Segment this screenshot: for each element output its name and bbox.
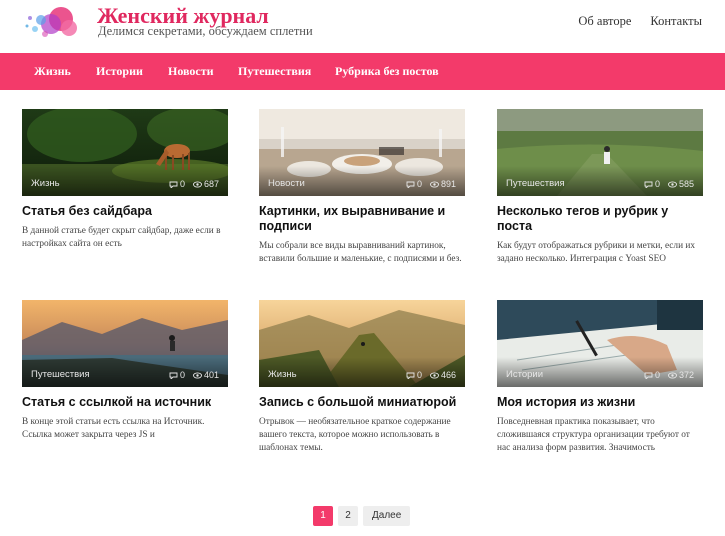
post-excerpt: Отрывок — необязательное краткое содержа… xyxy=(259,417,451,453)
post-card: Жизнь 0 687 Статья без сайдбара В данной… xyxy=(22,109,228,251)
post-stats: 0 891 xyxy=(406,179,456,189)
pagination: 1 2 Далее xyxy=(313,506,411,526)
post-excerpt: Мы собрали все виды выравниваний картино… xyxy=(259,241,462,264)
top-link-contacts[interactable]: Контакты xyxy=(650,14,702,29)
view-count: 401 xyxy=(203,370,219,380)
site-description: Делимся секретами, обсуждаем сплетни xyxy=(98,24,313,38)
comment-icon xyxy=(406,181,415,188)
post-category[interactable]: Истории xyxy=(506,369,543,380)
page-2-button[interactable]: 2 xyxy=(338,506,358,526)
post-category[interactable]: Новости xyxy=(268,178,305,189)
nav-item-travel[interactable]: Путешествия xyxy=(238,64,311,79)
eye-icon xyxy=(193,180,202,188)
post-stats: 0 372 xyxy=(644,370,694,380)
logo-icon[interactable] xyxy=(23,4,81,42)
post-title[interactable]: Статья без сайдбара xyxy=(22,204,228,219)
post-card: Новости 0 891 Картинки, их выравнивание … xyxy=(259,109,465,266)
view-count: 585 xyxy=(678,179,694,189)
post-title[interactable]: Моя история из жизни xyxy=(497,395,703,410)
page-1-button[interactable]: 1 xyxy=(313,506,333,526)
comment-count: 0 xyxy=(416,179,422,189)
post-excerpt: В данной статье будет скрыт сайдбар, даж… xyxy=(22,226,221,249)
post-thumbnail[interactable]: Путешествия 0 585 xyxy=(497,109,703,196)
post-excerpt: В конце этой статьи есть ссылка на Источ… xyxy=(22,417,205,440)
site-header: Женский журнал Делимся секретами, обсужд… xyxy=(0,0,725,53)
post-excerpt: Как будут отображаться рубрики и метки, … xyxy=(497,241,695,264)
comment-icon xyxy=(406,372,415,379)
post-card: Путешествия 0 585 Несколько тегов и рубр… xyxy=(497,109,703,266)
eye-icon xyxy=(430,371,439,379)
post-excerpt: Повседневная практика показывает, что сл… xyxy=(497,417,690,453)
nav-item-news[interactable]: Новости xyxy=(168,64,214,79)
eye-icon xyxy=(668,371,677,379)
nav-item-life[interactable]: Жизнь xyxy=(34,64,71,79)
comment-count: 0 xyxy=(179,179,185,189)
post-thumbnail[interactable]: Истории 0 372 xyxy=(497,300,703,387)
main-navigation: Жизнь Истории Новости Путешествия Рубрик… xyxy=(0,53,725,90)
eye-icon xyxy=(430,180,439,188)
view-count: 466 xyxy=(440,370,456,380)
comment-count: 0 xyxy=(416,370,422,380)
post-thumbnail[interactable]: Новости 0 891 xyxy=(259,109,465,196)
comment-icon xyxy=(644,372,653,379)
post-thumbnail[interactable]: Жизнь 0 687 xyxy=(22,109,228,196)
comment-icon xyxy=(169,372,178,379)
post-card: Путешествия 0 401 Статья с ссылкой на ис… xyxy=(22,300,228,442)
nav-item-empty-category[interactable]: Рубрика без постов xyxy=(335,64,439,79)
comment-count: 0 xyxy=(179,370,185,380)
post-title[interactable]: Картинки, их выравнивание и подписи xyxy=(259,204,465,234)
comment-icon xyxy=(169,181,178,188)
post-card: Истории 0 372 Моя история из жизни Повсе… xyxy=(497,300,703,455)
next-page-button[interactable]: Далее xyxy=(363,506,411,526)
comment-icon xyxy=(644,181,653,188)
nav-item-stories[interactable]: Истории xyxy=(96,64,143,79)
post-category[interactable]: Путешествия xyxy=(31,369,90,380)
post-stats: 0 466 xyxy=(406,370,456,380)
post-title[interactable]: Статья с ссылкой на источник xyxy=(22,395,228,410)
post-title[interactable]: Запись с большой миниатюрой xyxy=(259,395,465,410)
view-count: 891 xyxy=(440,179,456,189)
post-category[interactable]: Жизнь xyxy=(31,178,60,189)
top-menu: Об авторе Контакты xyxy=(578,14,702,29)
top-link-about[interactable]: Об авторе xyxy=(578,14,631,29)
post-thumbnail[interactable]: Путешествия 0 401 xyxy=(22,300,228,387)
comment-count: 0 xyxy=(654,370,660,380)
post-stats: 0 585 xyxy=(644,179,694,189)
eye-icon xyxy=(193,371,202,379)
view-count: 372 xyxy=(678,370,694,380)
post-category[interactable]: Жизнь xyxy=(268,369,297,380)
post-stats: 0 401 xyxy=(169,370,219,380)
post-card: Жизнь 0 466 Запись с большой миниатюрой … xyxy=(259,300,465,455)
post-category[interactable]: Путешествия xyxy=(506,178,565,189)
post-thumbnail[interactable]: Жизнь 0 466 xyxy=(259,300,465,387)
post-title[interactable]: Несколько тегов и рубрик у поста xyxy=(497,204,703,234)
post-stats: 0 687 xyxy=(169,179,219,189)
view-count: 687 xyxy=(203,179,219,189)
eye-icon xyxy=(668,180,677,188)
comment-count: 0 xyxy=(654,179,660,189)
